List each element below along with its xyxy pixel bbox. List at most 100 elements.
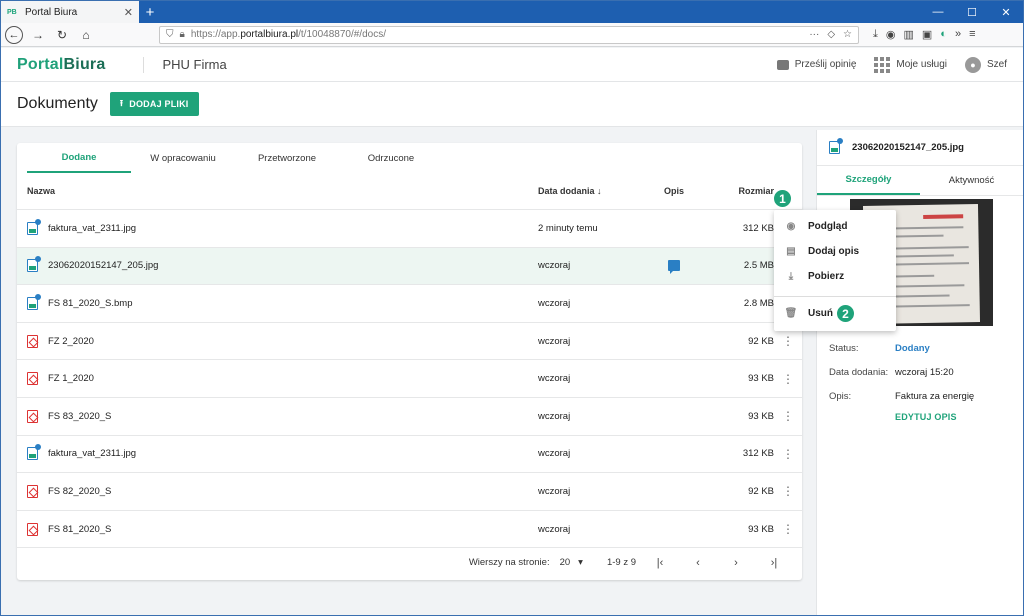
- detail-filename: 23062020152147_205.jpg: [852, 142, 964, 153]
- tab-szczegoly[interactable]: Szczegóły: [817, 166, 920, 195]
- feedback-button[interactable]: Prześlij opinię: [776, 59, 856, 70]
- detail-meta: Status: Dodany Data dodania: wczoraj 15:…: [829, 343, 1019, 422]
- overflow-icon[interactable]: »: [955, 28, 961, 41]
- tab-odrzucone[interactable]: Odrzucone: [339, 143, 443, 173]
- table-row[interactable]: FS 82_2020_S wczoraj 92 KB ⋮: [17, 473, 802, 511]
- hamburger-menu-icon[interactable]: ≡: [969, 28, 975, 41]
- extension-icon[interactable]: ◐: [940, 28, 947, 41]
- download-icon[interactable]: ⤓: [873, 28, 878, 41]
- file-name-cell: FZ 1_2020: [17, 372, 538, 386]
- row-menu-icon[interactable]: ⋮: [774, 334, 802, 348]
- close-tab-icon[interactable]: ✕: [124, 6, 133, 19]
- user-menu[interactable]: ● Szef: [964, 56, 1007, 73]
- tab-w-opracowaniu[interactable]: W opracowaniu: [131, 143, 235, 173]
- new-tab-icon[interactable]: +: [139, 1, 161, 23]
- maximize-icon[interactable]: ☐: [955, 1, 989, 23]
- file-size: 93 KB: [748, 523, 774, 535]
- next-page-icon[interactable]: ›: [722, 557, 750, 569]
- file-date: wczoraj: [538, 297, 571, 309]
- home-icon[interactable]: ⌂: [77, 26, 95, 44]
- file-name-cell: 23062020152147_205.jpg: [17, 256, 538, 273]
- file-date: wczoraj: [538, 373, 571, 385]
- portal-logo[interactable]: PortalBiura: [17, 56, 105, 74]
- sort-down-icon[interactable]: ↓: [597, 186, 602, 196]
- comment-icon[interactable]: [668, 260, 680, 275]
- forward-icon[interactable]: →: [29, 26, 47, 44]
- pocket-icon[interactable]: ◇: [827, 29, 835, 40]
- app-topbar: PortalBiura PHU Firma Prześlij opinię Mo…: [1, 48, 1023, 82]
- menu-item-download[interactable]: ⤓ Pobierz: [774, 264, 896, 289]
- file-date: wczoraj: [538, 523, 571, 535]
- library-icon[interactable]: ▥: [903, 28, 913, 41]
- file-name: 23062020152147_205.jpg: [48, 260, 159, 272]
- close-window-icon[interactable]: ✕: [989, 1, 1023, 23]
- topbar-actions: Prześlij opinię Moje usługi ● Szef: [776, 56, 1007, 73]
- reload-icon[interactable]: ↻: [53, 26, 71, 44]
- browser-tab[interactable]: PB Portal Biura ✕: [1, 1, 139, 23]
- desc-cell: [644, 260, 704, 275]
- last-page-icon[interactable]: ›|: [760, 557, 788, 569]
- services-button[interactable]: Moje usługi: [874, 56, 947, 73]
- browser-window: PB Portal Biura ✕ + — ☐ ✕ ← → ↻ ⌂ ⛉ 🔒︎ h…: [0, 0, 1024, 616]
- file-date: wczoraj: [538, 260, 571, 272]
- row-menu-icon[interactable]: ⋮: [774, 447, 802, 461]
- row-menu-icon[interactable]: ⋮: [774, 372, 802, 386]
- add-files-button[interactable]: ⭱ DODAJ PLIKI: [109, 92, 199, 116]
- file-name: FZ 2_2020: [48, 335, 94, 347]
- table-row[interactable]: FS 81_2020_S.bmp wczoraj 2.8 MB: [17, 285, 802, 323]
- table-row[interactable]: 23062020152147_205.jpg wczoraj 2.5 MB: [17, 247, 802, 286]
- image-file-icon: [27, 256, 41, 273]
- globe-icon[interactable]: ◉: [886, 28, 896, 41]
- shield-icon: ⛉: [166, 29, 174, 40]
- screenshot-icon[interactable]: ▣: [922, 28, 932, 41]
- user-avatar-icon: ●: [964, 56, 981, 73]
- file-date: wczoraj: [538, 448, 571, 460]
- pdf-file-icon: [27, 409, 38, 423]
- file-size: 93 KB: [748, 410, 774, 422]
- prev-page-icon[interactable]: ‹: [684, 557, 712, 569]
- date-value: wczoraj 15:20: [895, 367, 954, 378]
- table-row[interactable]: FZ 2_2020 wczoraj 92 KB ⋮: [17, 323, 802, 361]
- tab-aktywnosc[interactable]: Aktywność: [920, 166, 1023, 195]
- col-date-header[interactable]: Data dodania ↓: [538, 186, 644, 196]
- table-row[interactable]: FZ 1_2020 wczoraj 93 KB ⋮: [17, 360, 802, 398]
- image-file-icon: [27, 444, 41, 461]
- col-size-header[interactable]: Rozmiar: [704, 186, 774, 196]
- url-bar[interactable]: ⛉ 🔒︎ https://app.portalbiura.pl/t/100488…: [159, 25, 859, 44]
- detail-tabs: Szczegóły Aktywność: [817, 166, 1023, 196]
- file-size: 93 KB: [748, 373, 774, 385]
- row-menu-icon[interactable]: ⋮: [774, 522, 802, 536]
- col-name-header[interactable]: Nazwa: [17, 186, 538, 196]
- first-page-icon[interactable]: |‹: [646, 557, 674, 569]
- row-menu-icon[interactable]: ⋮: [774, 484, 802, 498]
- table-row[interactable]: FS 83_2020_S wczoraj 93 KB ⋮: [17, 398, 802, 436]
- bookmark-star-icon[interactable]: ☆: [843, 29, 852, 40]
- table-row[interactable]: faktura_vat_2311.jpg 2 minuty temu 312 KB: [17, 210, 802, 248]
- rows-per-page-select[interactable]: 20 ▾: [560, 557, 583, 568]
- status-value[interactable]: Dodany: [895, 343, 930, 354]
- row-menu-icon[interactable]: ⋮: [774, 409, 802, 423]
- lock-icon: 🔒︎: [179, 29, 185, 40]
- menu-item-preview[interactable]: ◉ Podgląd: [774, 214, 896, 239]
- detail-header: 23062020152147_205.jpg: [817, 130, 1023, 166]
- pdf-file-icon: [27, 334, 38, 348]
- table-row[interactable]: FS 81_2020_S wczoraj 93 KB ⋮: [17, 511, 802, 549]
- back-icon[interactable]: ←: [5, 25, 23, 44]
- status-label: Status:: [829, 343, 859, 354]
- browser-tabbar: PB Portal Biura ✕ + — ☐ ✕: [1, 1, 1023, 23]
- company-name[interactable]: PHU Firma: [162, 57, 226, 72]
- minimize-icon[interactable]: —: [921, 1, 955, 23]
- page-range: 1-9 z 9: [606, 557, 636, 568]
- comment-icon: ▤: [786, 246, 796, 257]
- edit-desc-button[interactable]: EDYTUJ OPIS: [895, 412, 1019, 422]
- menu-item-add-desc[interactable]: ▤ Dodaj opis: [774, 239, 896, 264]
- more-icon[interactable]: ···: [809, 29, 819, 40]
- file-name: FS 83_2020_S: [48, 410, 112, 422]
- table-row[interactable]: faktura_vat_2311.jpg wczoraj 312 KB ⋮: [17, 436, 802, 474]
- tab-dodane[interactable]: Dodane: [27, 143, 131, 173]
- tab-przetworzone[interactable]: Przetworzone: [235, 143, 339, 173]
- pagination: Wierszy na stronie: 20 ▾ 1-9 z 9 |‹ ‹ › ›…: [17, 545, 802, 580]
- file-date: wczoraj: [538, 410, 571, 422]
- apps-grid-icon: [874, 56, 891, 73]
- file-name-cell: FS 83_2020_S: [17, 409, 538, 423]
